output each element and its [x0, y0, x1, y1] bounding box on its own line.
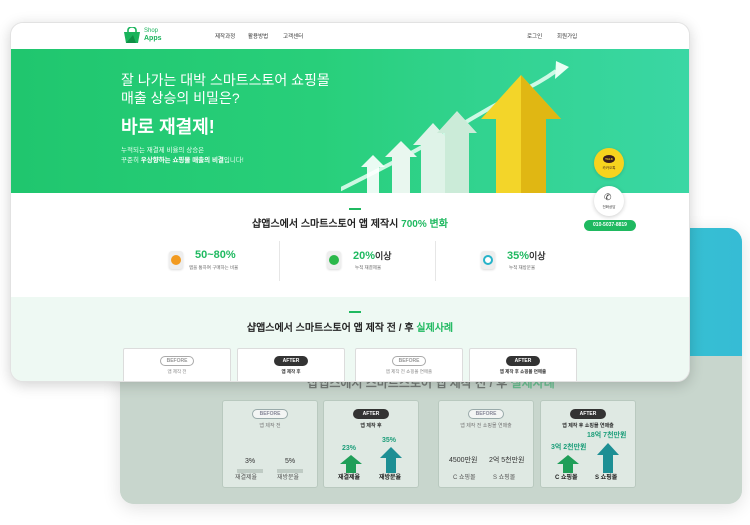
background-card-value: 3억 2천만원 [551, 444, 587, 451]
logo-text-bottom: Apps [144, 35, 162, 42]
coin-icon [169, 251, 183, 269]
case-card-subtitle: 앱 제작 후 쇼핑몰 연매출 [499, 369, 547, 374]
nav-item-usage[interactable]: 활용방법 [248, 32, 268, 40]
background-after-badge: AFTER [353, 409, 389, 419]
case-card-before: BEFORE 앱 제작 전 [123, 348, 231, 381]
kakaotalk-icon: TALK [603, 155, 615, 163]
section1-title-highlight: 700% 변화 [401, 219, 448, 230]
hero-headline: 바로 재결제! [121, 117, 215, 137]
background-card-label: 재방문율 [277, 475, 300, 481]
background-card-label: C 쇼핑몰 [453, 475, 476, 481]
after-badge: AFTER [506, 356, 540, 366]
background-card-value: 23% [342, 445, 357, 452]
case-card-subtitle: 앱 제작 전 [167, 369, 187, 374]
hero-title-line1: 잘 나가는 대박 스마트스토어 쇼핑몰 [121, 72, 330, 88]
background-card-subtitle: 앱 제작 후 [360, 423, 382, 429]
hero-description-bold: 우상향하는 쇼핑몰 매출의 비결 [140, 157, 224, 164]
background-card-subtitle: 앱 제작 후 쇼핑몰 연매출 [562, 423, 614, 429]
background-card-label: S 쇼핑몰 [493, 475, 516, 481]
before-badge: BEFORE [160, 356, 194, 366]
stat-value: 20%이상 [353, 249, 392, 262]
background-card-label: C 쇼핑몰 [555, 475, 578, 481]
hero-description-suffix: 입니다! [223, 157, 244, 164]
refresh-icon [481, 251, 495, 269]
before-badge: BEFORE [392, 356, 426, 366]
kakaotalk-button[interactable]: TALK 카카오톡 [594, 148, 624, 178]
stat-value-suffix: 이상 [529, 251, 546, 261]
background-card-label: 재방문율 [379, 475, 402, 481]
floating-contact: TALK 카카오톡 ✆ 전화상담 010-5037-8819 [584, 148, 644, 258]
stat-caption: 앱을 통하여 구매하는 비율 [189, 265, 239, 270]
up-arrow-icon [557, 455, 579, 473]
top-navigation: Shop Apps 제작과정 활용방법 고객센터 로그인 회원가입 [11, 23, 689, 49]
background-card-value: 4500만원 [449, 457, 478, 464]
phone-consult-label: 전화상담 [602, 205, 616, 209]
nav-item-process[interactable]: 제작과정 [215, 32, 235, 40]
background-card-label: 재결제율 [235, 475, 258, 481]
background-card-label: S 쇼핑몰 [595, 475, 618, 481]
stat-separator [279, 241, 280, 281]
background-card-subtitle: 앱 제작 전 쇼핑몰 연매출 [460, 423, 512, 429]
target-icon [327, 251, 341, 269]
hero-title: 잘 나가는 대박 스마트스토어 쇼핑몰 매출 상승의 비밀은? [121, 71, 330, 107]
case-card-after-sales: AFTER 앱 제작 후 쇼핑몰 연매출 [469, 348, 577, 381]
hero-description: 누적되는 재결제 비율의 상승은 꾸준히 우상향하는 쇼핑몰 매출의 비결입니다… [121, 146, 244, 166]
case-study-section [11, 297, 689, 381]
case-card-before-sales: BEFORE 앱 제작 전 쇼핑몰 연매출 [355, 348, 463, 381]
case-card-subtitle: 앱 제작 후 [281, 369, 301, 374]
background-case-card: AFTER 앱 제작 후 23% 35% 재결제율 재방문율 [323, 400, 419, 488]
section2-title-text: 샵앱스에서 스마트스토어 앱 제작 전 / 후 [246, 323, 417, 334]
up-arrow-icon [380, 447, 402, 473]
after-badge: AFTER [274, 356, 308, 366]
stat-caption: 누적 재방문율 [509, 265, 536, 270]
nav-item-support[interactable]: 고객센터 [283, 32, 303, 40]
stat-value-number: 20% [353, 250, 376, 262]
background-before-badge: BEFORE [252, 409, 288, 419]
case-card-after: AFTER 앱 제작 후 [237, 348, 345, 381]
background-card-subtitle: 앱 제작 전 [259, 423, 281, 429]
background-case-card: BEFORE 앱 제작 전 쇼핑몰 연매출 4500만원 2억 5천만원 C 쇼… [438, 400, 534, 488]
section-divider [349, 208, 361, 210]
stat-value: 35%이상 [507, 249, 546, 262]
case-card-subtitle: 앱 제작 전 쇼핑몰 연매출 [385, 369, 433, 374]
section2-title: 샵앱스에서 스마트스토어 앱 제작 전 / 후 실제사례 [11, 319, 689, 334]
background-card-value: 2억 5천만원 [489, 457, 525, 464]
shopping-bag-logo-icon[interactable] [123, 27, 141, 43]
signup-link[interactable]: 회원가입 [557, 32, 577, 40]
hero-description-prefix: 꾸준히 [121, 157, 141, 164]
background-case-card: BEFORE 앱 제작 전 3% 5% 재결제율 재방문율 [222, 400, 318, 488]
logo-text-top: Shop [144, 28, 159, 34]
stat-value-suffix: 이상 [375, 251, 392, 261]
hero-title-line2: 매출 상승의 비밀은? [121, 90, 240, 106]
section1-title-text: 샵앱스에서 스마트스토어 앱 제작시 [252, 219, 402, 230]
login-link[interactable]: 로그인 [527, 32, 542, 40]
background-card-label: 재결제율 [338, 475, 361, 481]
stat-separator [435, 241, 436, 281]
section-divider [349, 311, 361, 313]
section2-title-highlight: 실제사례 [416, 323, 454, 334]
background-card-value: 35% [382, 437, 397, 444]
hero-description-line1: 누적되는 재결제 비율의 상승은 [121, 147, 205, 154]
stat-caption: 누적 재결제율 [355, 265, 382, 270]
phone-consult-button[interactable]: ✆ 전화상담 [594, 186, 624, 216]
logo-text[interactable]: Shop Apps [144, 28, 162, 42]
background-case-card: AFTER 앱 제작 후 쇼핑몰 연매출 3억 2천만원 18억 7천만원 C … [540, 400, 636, 488]
up-arrow-icon [340, 455, 362, 473]
background-after-badge: AFTER [570, 409, 606, 419]
phone-icon: ✆ [604, 192, 612, 202]
stat-value-number: 35% [507, 250, 530, 262]
background-before-badge: BEFORE [468, 409, 504, 419]
background-card-value: 3% [245, 458, 256, 465]
background-card-value: 5% [285, 458, 296, 465]
stat-value: 50~80% [195, 249, 236, 261]
up-arrow-icon [597, 443, 619, 473]
background-card-value: 18억 7천만원 [587, 432, 627, 439]
kakaotalk-label: 카카오톡 [602, 166, 616, 170]
phone-number-badge[interactable]: 010-5037-8819 [584, 220, 636, 231]
